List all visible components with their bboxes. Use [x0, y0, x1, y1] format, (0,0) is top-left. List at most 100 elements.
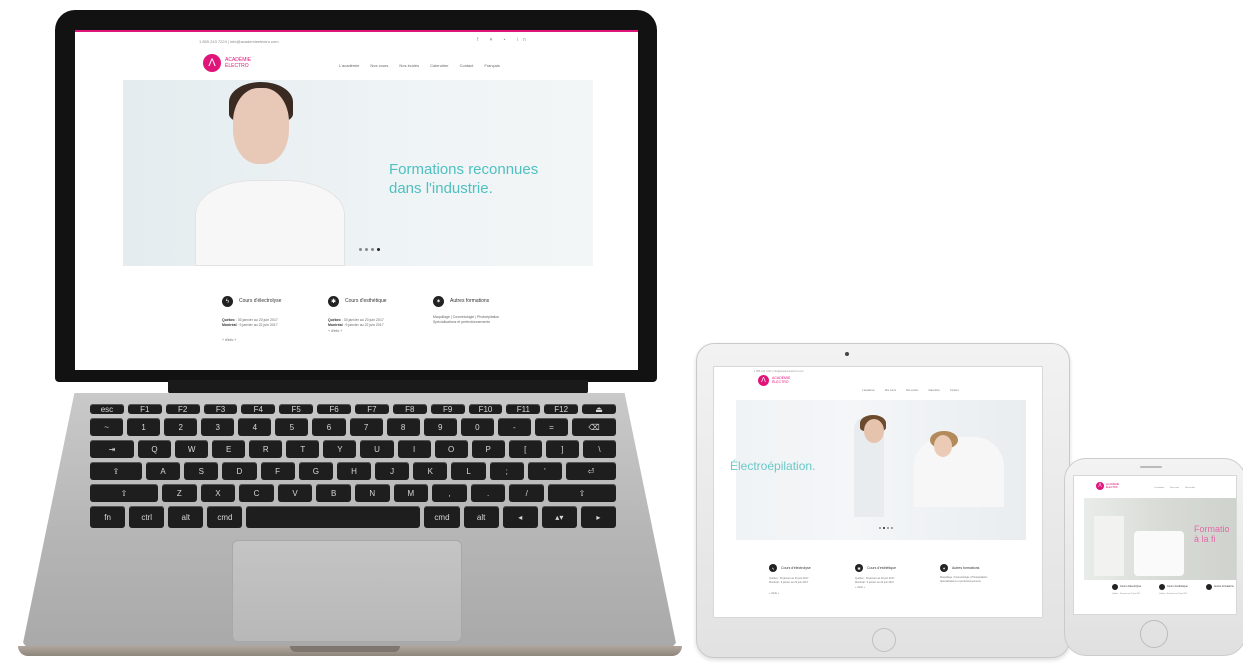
slider-dot[interactable] [365, 248, 368, 251]
keyboard-key[interactable]: L [451, 462, 486, 480]
keyboard-key[interactable]: ⇧ [548, 484, 616, 502]
keyboard-key[interactable]: ◂ [502, 506, 538, 528]
keyboard-key[interactable]: 1 [127, 418, 161, 436]
nav-item-academie[interactable]: L'académie [862, 389, 875, 392]
nav-item-calendrier[interactable]: Calendrier [430, 63, 448, 68]
home-button[interactable] [1140, 620, 1168, 648]
keyboard-key[interactable]: P [471, 440, 505, 458]
keyboard-key[interactable]: 7 [349, 418, 383, 436]
keyboard-key[interactable]: F6 [317, 404, 351, 414]
keyboard-key[interactable]: A [146, 462, 181, 480]
feature-title[interactable]: Cours d'électrolyse [781, 566, 811, 570]
keyboard-key[interactable]: F2 [165, 404, 200, 414]
keyboard-key[interactable]: B [316, 484, 351, 502]
slider-dot[interactable] [887, 527, 889, 529]
social-links[interactable]: f ▾ ▪ in [477, 37, 531, 43]
more-info-link[interactable]: + d'info + [328, 329, 342, 333]
keyboard-key[interactable]: O [434, 440, 468, 458]
nav-item-cours[interactable]: Nos cours [370, 63, 388, 68]
keyboard-key[interactable]: cmd [207, 506, 243, 528]
keyboard-key[interactable]: ; [489, 462, 524, 480]
nav-item-ecoles[interactable]: Nos écoles [906, 389, 918, 392]
nav-item-cours[interactable]: Nos cours [885, 389, 896, 392]
slider-dot-active[interactable] [883, 527, 885, 529]
keyboard-key[interactable]: ▸ [580, 506, 616, 528]
feature-title[interactable]: Cours d'électrolyse [1120, 585, 1141, 588]
keyboard-key[interactable]: M [393, 484, 429, 502]
feature-title[interactable]: Autres formations [450, 298, 489, 304]
nav-item-calendrier[interactable]: Calendrier [928, 389, 940, 392]
keyboard-key[interactable]: 6 [312, 418, 346, 436]
keyboard-key[interactable]: ▴▾ [541, 506, 577, 528]
keyboard-key[interactable]: Q [138, 440, 172, 458]
keyboard-key[interactable]: U [360, 440, 394, 458]
keyboard-key[interactable]: [ [508, 440, 542, 458]
keyboard-key[interactable]: F11 [506, 404, 541, 414]
keyboard-key[interactable]: ⌫ [572, 418, 616, 436]
keyboard-key[interactable]: ⏎ [566, 462, 616, 480]
nav-item-contact[interactable]: Contact [460, 63, 474, 68]
keyboard-key[interactable]: \ [582, 440, 616, 458]
nav-item-ecoles[interactable]: Nos écoles [399, 63, 419, 68]
keyboard-key[interactable]: G [298, 462, 333, 480]
keyboard-key[interactable]: alt [463, 506, 499, 528]
keyboard-key[interactable]: cmd [424, 506, 460, 528]
more-info-link[interactable]: + d'info + [222, 338, 236, 342]
keyboard-key[interactable]: V [277, 484, 313, 502]
contact-info[interactable]: 1 855 243 7224 | info@academieelectro.co… [199, 39, 279, 44]
keyboard-key[interactable]: ] [545, 440, 579, 458]
keyboard-key[interactable]: / [509, 484, 544, 502]
logo-text[interactable]: ACADÉMIE ÉLECTRO [772, 376, 790, 384]
logo-text[interactable]: ACADÉMIE ÉLECTRO [225, 57, 251, 69]
home-button[interactable] [872, 628, 896, 652]
nav-item-ecoles[interactable]: Nos écoles [1185, 487, 1195, 489]
slider-dot[interactable] [891, 527, 893, 529]
slider-dot[interactable] [359, 248, 362, 251]
keyboard-key[interactable]: - [497, 418, 531, 436]
keyboard-key[interactable]: E [212, 440, 246, 458]
keyboard-key[interactable]: = [534, 418, 568, 436]
slider-dot[interactable] [879, 527, 881, 529]
keyboard-key[interactable]: F3 [203, 404, 238, 414]
nav-item-cours[interactable]: Nos cours [1170, 487, 1179, 489]
keyboard-key[interactable]: F10 [468, 404, 503, 414]
keyboard-key[interactable]: ~ [90, 418, 124, 436]
keyboard-key[interactable]: F7 [355, 404, 389, 414]
keyboard-key[interactable]: alt [168, 506, 204, 528]
nav-item-contact[interactable]: Contact [950, 389, 959, 392]
keyboard-key[interactable]: 4 [238, 418, 272, 436]
logo-icon[interactable]: Λ [1096, 482, 1104, 490]
feature-title[interactable]: Cours d'électrolyse [239, 298, 281, 304]
keyboard-key[interactable]: D [222, 462, 257, 480]
keyboard-key[interactable]: H [336, 462, 372, 480]
keyboard-key[interactable]: F8 [392, 404, 427, 414]
feature-title[interactable]: Autres formations [1214, 585, 1234, 588]
keyboard-key[interactable]: , [432, 484, 467, 502]
nav-item-academie[interactable]: L'académie [1154, 487, 1164, 489]
keyboard-key[interactable]: . [470, 484, 506, 502]
keyboard-key[interactable]: J [375, 462, 410, 480]
feature-title[interactable]: Cours d'esthétique [867, 566, 896, 570]
keyboard-key[interactable]: F1 [127, 404, 162, 414]
logo-text[interactable]: ACADÉMIE ÉLECTRO [1106, 483, 1119, 489]
keyboard-key[interactable]: C [239, 484, 274, 502]
keyboard-key[interactable]: K [413, 462, 448, 480]
keyboard-key[interactable]: 5 [275, 418, 309, 436]
keyboard-key[interactable]: 8 [386, 418, 420, 436]
keyboard-key[interactable]: 2 [164, 418, 198, 436]
keyboard-key[interactable]: ⇧ [90, 484, 158, 502]
nav-item-language[interactable]: Français [484, 63, 499, 68]
keyboard-key[interactable]: T [286, 440, 320, 458]
keyboard-key[interactable]: S [184, 462, 219, 480]
nav-item-academie[interactable]: L'académie [339, 63, 359, 68]
key-space[interactable] [246, 506, 421, 528]
keyboard-key[interactable]: 0 [460, 418, 494, 436]
keyboard-key[interactable]: ⏏ [582, 404, 616, 414]
keyboard-key[interactable]: ctrl [129, 506, 165, 528]
keyboard-key[interactable]: fn [90, 506, 126, 528]
keyboard-key[interactable]: ⇥ [90, 440, 134, 458]
keyboard-key[interactable]: Z [162, 484, 197, 502]
keyboard-key[interactable]: F9 [430, 404, 465, 414]
logo-icon[interactable]: Λ [758, 375, 769, 386]
keyboard-key[interactable]: F12 [544, 404, 579, 414]
